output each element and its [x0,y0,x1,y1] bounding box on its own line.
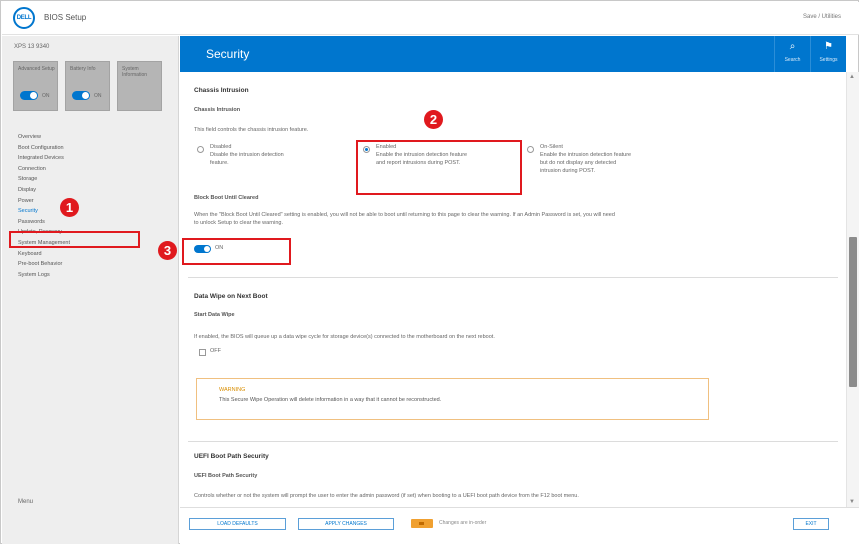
section-divider [188,277,838,278]
card-label: System Information [122,66,148,78]
card-toggle-label: ON [42,93,50,99]
warning-box: WARNING This Secure Wipe Operation will … [196,378,709,420]
block-boot-description: When the "Block Boot Until Cleared" sett… [194,212,615,218]
scrollbar[interactable]: ▲ ▼ [846,72,859,507]
card-toggle-label: ON [94,93,102,99]
sidebar-nav: Overview Boot Configuration Integrated D… [18,132,168,280]
option-on-silent-desc: Enable the intrusion detection feature [540,152,632,158]
chassis-subtitle: Chassis Intrusion [194,107,241,113]
radio-disabled[interactable] [197,146,204,153]
annotation-badge-2: 2 [424,110,443,129]
search-icon: ⌕ [789,41,796,52]
top-right-text: Save / Utilities [802,14,841,20]
quick-card-battery[interactable]: Battery Info ON [65,61,110,111]
data-wipe-subtitle: Start Data Wipe [194,312,235,318]
highlight-security-nav [9,231,140,248]
block-boot-title: Block Boot Until Cleared [194,195,259,201]
sidebar-item-power[interactable]: Power [18,196,168,207]
search-button[interactable]: ⌕ Search [774,36,810,72]
option-on-silent-desc: but do not display any detected [540,160,617,166]
quick-card-advanced-setup[interactable]: Advanced Setup ON [13,61,58,111]
sidebar-item-connection[interactable]: Connection [18,164,168,175]
option-on-silent-label: On-Silent [540,144,563,150]
block-boot-description: to unlock Setup to clear the warning. [194,220,283,226]
data-wipe-description: If enabled, the BIOS will queue up a dat… [194,334,495,340]
scroll-up-icon[interactable]: ▲ [849,74,855,80]
card-toggle[interactable] [20,91,38,100]
settings-button[interactable]: ⚑ Settings [810,36,846,72]
content-pane: Chassis Intrusion Chassis Intrusion This… [180,72,846,507]
settings-icon: ⚑ [824,41,833,52]
highlight-block-boot-toggle [182,238,291,265]
sidebar-item-system-logs[interactable]: System Logs [18,270,168,281]
sidebar: XPS 13 9340 Advanced Setup ON Battery In… [2,36,179,544]
section-title-uefi: UEFI Boot Path Security [194,453,269,460]
option-disabled-desc: feature. [210,160,229,166]
pending-changes-hint: Changes are in-order [439,520,487,526]
radio-on-silent[interactable] [527,146,534,153]
sidebar-item-security[interactable]: Security [18,206,168,217]
pending-changes-indicator [411,519,433,528]
apply-changes-button[interactable]: APPLY CHANGES [298,518,394,530]
settings-button-label: Settings [819,57,838,63]
option-disabled-desc: Disable the intrusion detection [210,152,284,158]
sidebar-item-display[interactable]: Display [18,185,168,196]
page-header: Security ⌕ Search ⚑ Settings [180,36,846,72]
exit-button[interactable]: EXIT [793,518,829,530]
scroll-thumb[interactable] [849,237,857,387]
option-disabled-label: Disabled [210,144,232,150]
sidebar-item-integrated-devices[interactable]: Integrated Devices [18,153,168,164]
dell-logo-icon: DELL [13,7,35,29]
search-button-label: Search [784,57,801,63]
sidebar-item-storage[interactable]: Storage [18,174,168,185]
system-model-label: XPS 13 9340 [14,44,50,50]
load-defaults-button[interactable]: LOAD DEFAULTS [189,518,286,530]
page-title: Security [206,47,250,61]
quick-card-system-info[interactable]: System Information [117,61,162,111]
annotation-badge-3: 3 [158,241,177,260]
card-toggle[interactable] [72,91,90,100]
logo-text: DELL [16,15,32,21]
sidebar-item-boot-configuration[interactable]: Boot Configuration [18,143,168,154]
menu-button[interactable]: Menu [18,499,33,505]
sidebar-item-overview[interactable]: Overview [18,132,168,143]
section-title-data-wipe: Data Wipe on Next Boot [194,293,268,300]
uefi-subtitle: UEFI Boot Path Security [194,473,258,479]
sidebar-item-pre-boot-behavior[interactable]: Pre-boot Behavior [18,259,168,270]
app-title: BIOS Setup [44,13,87,22]
warning-text: This Secure Wipe Operation will delete i… [219,397,442,403]
section-divider [188,441,838,442]
data-wipe-checkbox[interactable] [199,349,206,356]
card-label: Battery Info [70,66,96,72]
title-bar: DELL BIOS Setup Save / Utilities [2,2,859,35]
sidebar-item-passwords[interactable]: Passwords [18,217,168,228]
highlight-enabled-option [356,140,522,195]
uefi-description: Controls whether or not the system will … [194,493,579,499]
scroll-down-icon[interactable]: ▼ [849,499,855,505]
warning-title: WARNING [219,387,246,393]
bios-window: DELL BIOS Setup Save / Utilities XPS 13 … [0,0,859,544]
footer-bar: LOAD DEFAULTS APPLY CHANGES Changes are … [180,507,859,544]
sidebar-item-keyboard[interactable]: Keyboard [18,249,168,260]
annotation-badge-1: 1 [60,198,79,217]
section-title-chassis: Chassis Intrusion [194,87,249,94]
option-on-silent-desc: intrusion during POST. [540,168,596,174]
data-wipe-checkbox-label: OFF [210,348,221,354]
card-label: Advanced Setup [18,66,55,72]
chassis-description: This field controls the chassis intrusio… [194,127,309,133]
